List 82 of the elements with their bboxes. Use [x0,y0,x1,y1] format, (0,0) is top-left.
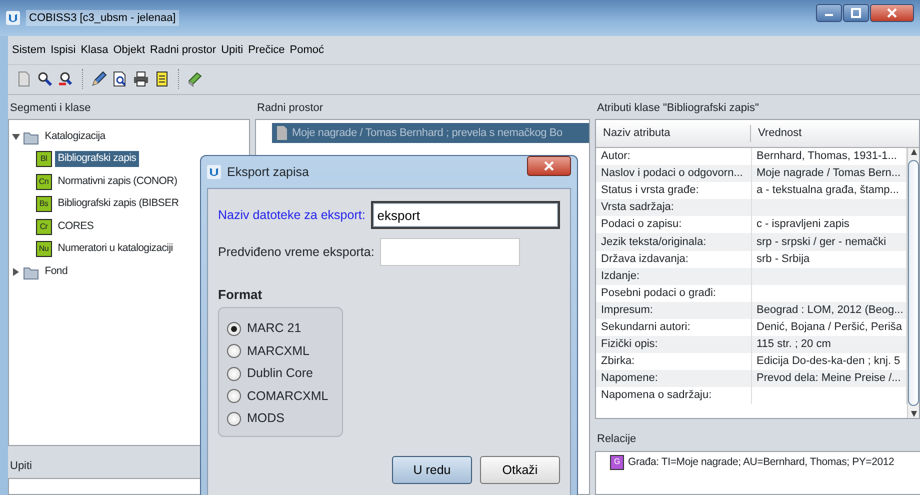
class-icon: Cr [36,218,52,235]
relation-icon: G [610,454,624,470]
field-label: Naziv datoteke za eksport: [218,206,366,224]
relation-item[interactable]: Građa: TI=Moje nagrade; AU=Bernhard, Thomas; PY=2012 [628,454,894,470]
tree-item[interactable]: Normativni zapis (CONOR) [54,174,180,190]
search-icon[interactable] [58,71,74,87]
printer-icon[interactable] [133,71,149,87]
radio-label[interactable]: MODS [247,409,284,428]
close-button[interactable] [870,4,914,22]
table-cell: Moje nagrade / Tomas Bern... [751,165,906,182]
dialog-button[interactable]: Otkaži [480,456,560,484]
table-cell: Naslov i podaci o odgovorn... [596,165,751,182]
panel-title: Relacije [596,432,638,447]
table-cell: Prevod dela: Meine Preise /... [751,370,906,388]
menu-item[interactable]: Ispisi [50,42,76,58]
page-icon[interactable] [16,71,32,87]
table-cell: Napomena o sadržaju: [596,387,751,404]
radio-label[interactable]: Dublin Core [247,364,314,384]
preview-icon[interactable] [112,71,128,87]
menu-item[interactable]: Objekt [113,42,146,58]
panel-title: Upiti [9,459,34,474]
tree-item[interactable]: Katalogizacija [42,128,108,145]
scrollbar[interactable] [907,148,919,418]
panel-title: Radni prostor [256,100,324,116]
class-icon: Bl [36,151,52,168]
maximize-button[interactable] [843,4,869,22]
radio-label[interactable]: MARCXML [247,342,310,361]
tree-item[interactable]: CORES [54,218,97,235]
table-cell: Izdanje: [596,268,751,285]
radio-button[interactable] [227,366,241,381]
app-logo-icon [6,11,20,25]
column-header[interactable]: Naziv atributa [596,125,751,142]
menu-item[interactable]: Pomoć [290,42,324,58]
input-field[interactable] [380,238,520,266]
menu-item[interactable]: Radni prostor [150,42,216,58]
radio-label[interactable]: MARC 21 [247,319,302,338]
column-header[interactable]: Vrednost [751,125,809,142]
close-button[interactable] [527,156,571,176]
pencil-icon[interactable] [91,71,107,87]
radio-label[interactable]: COMARCXML [247,386,328,406]
document-icon [276,124,288,141]
window-title: COBISS3 [c3_ubsm - jelenaa] [26,10,179,26]
input-field[interactable]: eksport [371,201,560,229]
close-icon [544,161,554,171]
class-icon: Cn [36,174,52,190]
table-cell: Napomene: [596,370,751,388]
field-label: Predviđeno vreme eksporta: [218,244,374,261]
panel-title: Segmenti i klase [9,100,92,116]
table-cell: srp - srpski / ger - nemački [751,233,906,251]
group-title: Format [218,286,264,304]
class-icon: Bs [36,196,52,212]
panel-title: Atributi klase "Bibliografski zapis" [596,100,760,116]
table-cell: Fizički opis: [596,336,751,354]
table-cell: Jezik teksta/originala: [596,233,751,251]
class-icon: Nu [36,241,52,258]
table-cell: Vrsta sadržaja: [596,199,751,216]
menu-item[interactable]: Upiti [221,42,244,58]
tree-item[interactable]: Fond [42,264,70,280]
table-cell: Impresum: [596,302,751,319]
menu-item[interactable]: Sistem [12,42,46,58]
table-cell: Beograd : LOM, 2012 (Beog... [751,302,906,319]
menu-item[interactable]: Prečice [248,42,285,58]
search-icon[interactable] [37,71,53,87]
scroll-down-icon[interactable] [910,410,918,418]
radio-button[interactable] [227,322,241,336]
menu-item[interactable]: Klasa [80,42,108,58]
tree-item[interactable]: Bibliografski zapis [54,151,140,168]
radio-button[interactable] [227,344,241,358]
minimize-button[interactable] [816,4,842,22]
tree-item[interactable]: Bibliografski zapis (BIBSER [54,196,182,212]
expand-arrow-icon[interactable] [12,268,20,276]
dialog-button[interactable]: U redu [392,456,472,484]
maximize-icon [851,8,861,18]
tree-item[interactable]: Numeratori u katalogizaciji [54,241,176,258]
form-icon[interactable] [154,71,170,87]
radio-button[interactable] [227,412,241,426]
app-logo-icon [207,165,221,179]
table-cell: 115 str. ; 20 cm [751,336,906,354]
dialog-title: Eksport zapisa [227,164,309,181]
radio-button[interactable] [227,389,241,404]
close-icon [887,8,897,18]
collapse-arrow-icon[interactable] [12,132,20,141]
